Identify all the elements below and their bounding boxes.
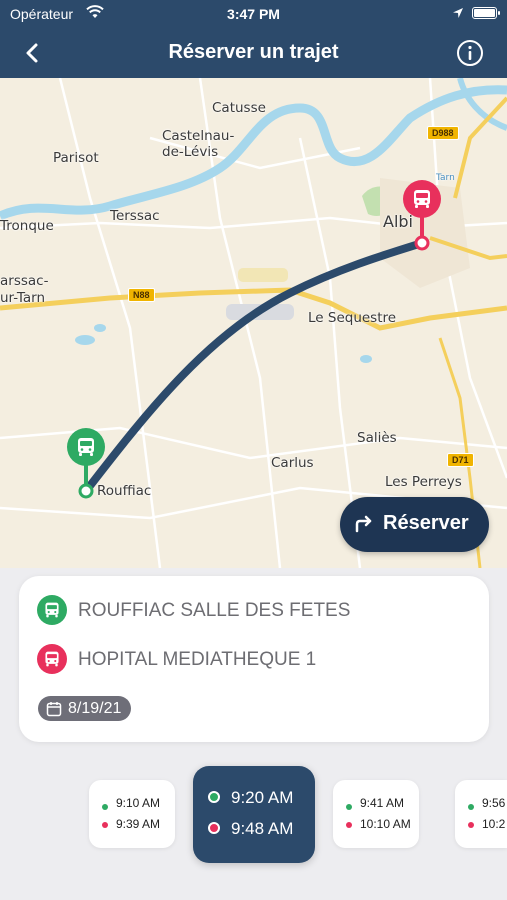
arrive-dot xyxy=(102,822,108,828)
slot-depart-time: 9:10 AM xyxy=(116,796,161,810)
road-shield-n88: N88 xyxy=(128,288,155,302)
info-circle-icon[interactable] xyxy=(455,38,485,68)
clock: 3:47 PM xyxy=(227,6,280,22)
arrive-dot xyxy=(468,822,474,828)
trip-summary-card: ROUFFIAC SALLE DES FETES HOPITAL MEDIATH… xyxy=(19,576,489,742)
slot-arrive-time: 10:10 AM xyxy=(360,817,411,831)
nav-bar: Réserver un trajet xyxy=(0,28,507,78)
destination-stop-name: HOPITAL MEDIATHEQUE 1 xyxy=(78,649,317,670)
slot-depart-time: 9:56 xyxy=(482,796,506,810)
reserve-button[interactable]: Réserver xyxy=(340,497,489,552)
page-title: Réserver un trajet xyxy=(168,41,339,63)
slot-depart-time: 9:41 AM xyxy=(360,796,405,810)
slot-arrive-time: 9:39 AM xyxy=(116,817,161,831)
destination-row: HOPITAL MEDIATHEQUE 1 xyxy=(37,644,467,674)
origin-row: ROUFFIAC SALLE DES FETES xyxy=(37,595,467,625)
map-label-catusse: Catusse xyxy=(212,100,266,116)
status-bar: Opérateur 3:47 PM xyxy=(0,0,507,28)
map-label-castelnau-2: de-Lévis xyxy=(162,144,219,160)
time-slot-selected[interactable]: 9:20 AM 9:48 AM xyxy=(193,766,315,863)
map-label-marssac: arssac- xyxy=(0,273,49,289)
destination-dot xyxy=(414,235,430,251)
map-label-albi: Albi xyxy=(383,212,413,231)
calendar-icon xyxy=(46,701,62,716)
trip-date: 8/19/21 xyxy=(68,699,122,717)
depart-dot xyxy=(208,791,220,803)
slot-depart-time: 9:20 AM xyxy=(231,788,294,807)
time-slot[interactable]: 9:10 AM 9:39 AM xyxy=(89,780,175,848)
road-shield-d71: D71 xyxy=(447,453,474,467)
battery-icon xyxy=(472,7,500,19)
map-label-rouffiac: Rouffiac xyxy=(97,483,152,499)
time-slot[interactable]: 9:56 10:2 xyxy=(455,780,507,848)
destination-bus-pin[interactable] xyxy=(403,180,441,218)
time-slot[interactable]: 9:41 AM 10:10 AM xyxy=(333,780,419,848)
map-label-tronque: Tronque xyxy=(0,218,54,234)
map-label-le-sequestre: Le Sequestre xyxy=(308,310,397,326)
bus-icon xyxy=(414,190,430,208)
origin-bus-icon xyxy=(37,595,67,625)
turn-right-arrow-icon xyxy=(355,515,372,533)
date-badge[interactable]: 8/19/21 xyxy=(38,696,132,721)
bus-icon xyxy=(78,438,94,456)
origin-dot xyxy=(78,483,94,499)
map-label-salies: Saliès xyxy=(357,430,397,446)
map-label-castelnau: Castelnau- xyxy=(162,128,235,144)
road-shield-d988: D988 xyxy=(427,126,459,140)
slot-arrive-time: 10:2 xyxy=(482,817,506,831)
depart-dot xyxy=(468,804,474,810)
map-label-carlus: Carlus xyxy=(271,455,314,471)
origin-bus-pin[interactable] xyxy=(67,428,105,466)
map-label-marssac-2: ur-Tarn xyxy=(0,290,46,306)
location-arrow-icon xyxy=(453,8,463,18)
slot-arrive-time: 9:48 AM xyxy=(231,819,294,838)
arrive-dot xyxy=(208,822,220,834)
map-label-river: Tarn xyxy=(436,173,455,183)
reserve-button-label: Réserver xyxy=(383,512,469,534)
arrive-dot xyxy=(346,822,352,828)
origin-stop-name: ROUFFIAC SALLE DES FETES xyxy=(78,600,351,621)
map-label-terssac: Terssac xyxy=(110,208,160,224)
destination-bus-icon xyxy=(37,644,67,674)
depart-dot xyxy=(102,804,108,810)
depart-dot xyxy=(346,804,352,810)
map-label-parisot: Parisot xyxy=(53,150,99,166)
map-label-les-perreys: Les Perreys xyxy=(385,474,462,490)
map-view[interactable]: Catusse Castelnau- de-Lévis Parisot Ters… xyxy=(0,78,507,568)
